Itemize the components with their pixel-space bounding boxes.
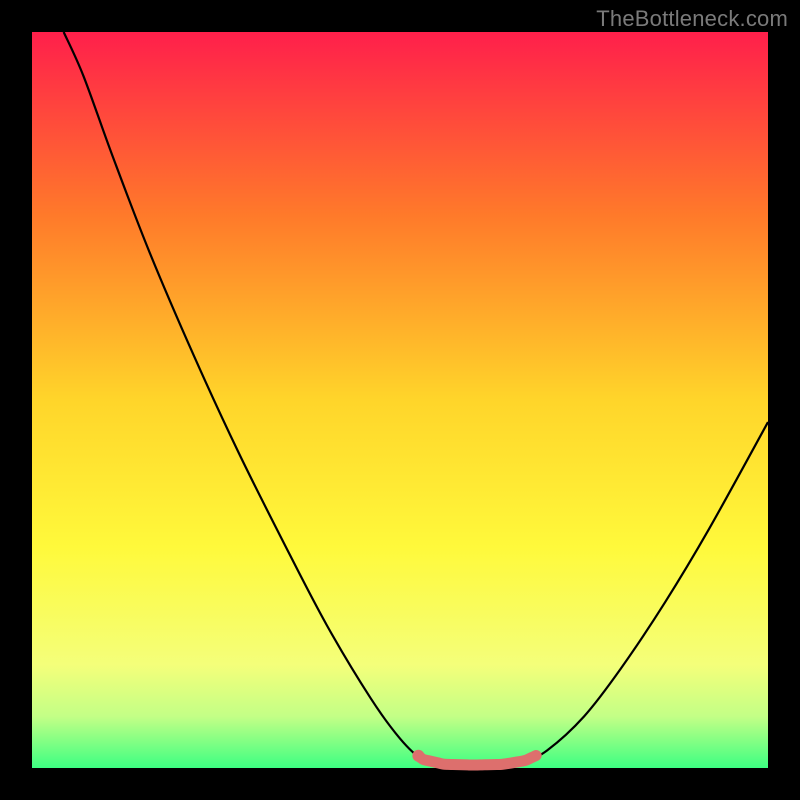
watermark-text: TheBottleneck.com <box>596 6 788 32</box>
plot-background <box>32 32 768 768</box>
bottleneck-curve-chart <box>0 0 800 800</box>
sweet-spot-start-marker <box>412 750 424 762</box>
chart-container: TheBottleneck.com <box>0 0 800 800</box>
